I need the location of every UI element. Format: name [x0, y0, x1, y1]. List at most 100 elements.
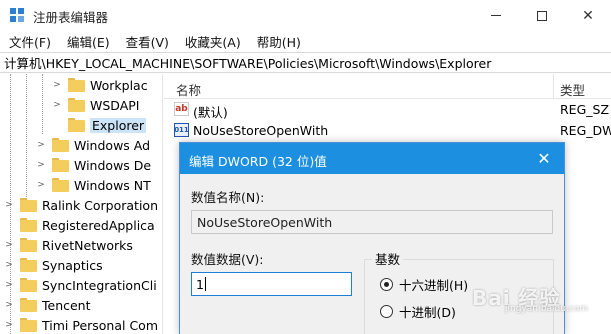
close-button[interactable]: ✕ — [565, 0, 611, 31]
column-header-name[interactable]: 名称 — [176, 80, 201, 99]
tree-item-label: Workplac — [90, 77, 148, 93]
tree-item-tencent[interactable]: > Tencent — [4, 295, 91, 315]
close-icon: ✕ — [582, 7, 594, 24]
dialog-close-button[interactable]: ✕ — [532, 147, 556, 169]
tree-item-synaptics[interactable]: > Synaptics — [4, 255, 103, 275]
minimize-icon — [491, 15, 501, 16]
folder-icon — [20, 218, 37, 232]
tree-item-label: Timi Personal Com — [42, 317, 159, 333]
radio-unchecked-icon[interactable] — [380, 304, 393, 318]
tree-item-syncintegration[interactable]: > SyncIntegrationCli — [4, 275, 157, 295]
folder-icon — [52, 178, 69, 192]
folder-icon — [20, 278, 37, 292]
radio-label: 十进制(D) — [399, 304, 456, 320]
string-value-icon: ab — [174, 102, 189, 116]
tree-item-label: Explorer — [90, 117, 147, 133]
column-header-type[interactable]: 类型 — [560, 80, 585, 99]
list-item[interactable]: ab (默认) REG_SZ — [164, 99, 611, 120]
radio-decimal[interactable]: 十进制(D) — [380, 302, 456, 320]
folder-icon — [20, 238, 37, 252]
chevron-right-icon[interactable]: > — [4, 200, 14, 210]
value-data-label: 数值数据(V): — [191, 252, 264, 267]
value-data-text: 1 — [196, 276, 204, 292]
tree-item-ralink[interactable]: > Ralink Corporation — [4, 195, 158, 215]
tree-guide-line — [42, 74, 43, 134]
folder-icon — [68, 98, 85, 112]
chevron-right-icon[interactable]: > — [4, 260, 14, 270]
maximize-button[interactable] — [519, 0, 565, 31]
value-name: (默认) — [193, 105, 228, 120]
folder-icon — [68, 78, 85, 92]
text-caret — [204, 277, 206, 291]
value-type: REG_SZ — [560, 102, 610, 117]
tree-item-rivetnetworks[interactable]: > RivetNetworks — [4, 235, 133, 255]
chevron-right-icon[interactable]: > — [52, 100, 62, 110]
list-item[interactable]: 011 NoUseStoreOpenWith REG_DWORD — [164, 120, 611, 141]
dialog-title: 编辑 DWORD (32 位)值 — [189, 154, 327, 169]
radio-checked-icon[interactable] — [380, 277, 393, 291]
menu-favorites[interactable]: 收藏夹(A) — [176, 32, 248, 51]
value-name-label: 数值名称(N): — [191, 190, 265, 205]
window-titlebar: 注册表编辑器 ✕ — [0, 0, 611, 31]
tree-item-label: WSDAPI — [90, 97, 140, 113]
folder-icon — [52, 138, 69, 152]
chevron-right-icon[interactable]: > — [4, 300, 14, 310]
radio-label: 十六进制(H) — [399, 277, 469, 293]
column-divider[interactable] — [553, 74, 554, 99]
chevron-right-icon[interactable]: > — [36, 160, 46, 170]
tree-item-label: RivetNetworks — [42, 237, 133, 253]
value-name-field[interactable]: NoUseStoreOpenWith — [191, 210, 553, 234]
registry-tree[interactable]: > Workplac > WSDAPI Explorer > Windows A… — [0, 74, 163, 334]
menu-file[interactable]: 文件(F) — [0, 32, 58, 51]
folder-icon — [68, 118, 85, 132]
list-header: 名称 类型 — [164, 74, 611, 99]
chevron-right-icon[interactable]: > — [4, 240, 14, 250]
tree-item-explorer[interactable]: Explorer — [52, 115, 147, 135]
folder-icon — [20, 258, 37, 272]
tree-item-label: Synaptics — [42, 257, 103, 273]
tree-item-windows-ad[interactable]: > Windows Ad — [36, 135, 150, 155]
binary-value-icon: 011 — [174, 123, 189, 137]
menu-view[interactable]: 查看(V) — [117, 32, 176, 51]
tree-item-registered-applications[interactable]: RegisteredApplica — [4, 215, 155, 235]
folder-icon — [52, 158, 69, 172]
radio-hexadecimal[interactable]: 十六进制(H) — [380, 275, 468, 293]
chevron-right-icon[interactable]: > — [36, 180, 46, 190]
menu-edit[interactable]: 编辑(E) — [58, 32, 117, 51]
tree-item-label: Windows Ad — [74, 137, 151, 153]
tree-item-wsdapi[interactable]: > WSDAPI — [52, 95, 139, 115]
base-label: 基数 — [372, 249, 404, 268]
watermark-url: jingyan.baidu.com — [505, 304, 589, 314]
tree-item-label: RegisteredApplica — [42, 217, 155, 233]
tree-item-label: Windows NT — [74, 177, 151, 193]
folder-icon — [20, 298, 37, 312]
folder-icon — [20, 318, 37, 332]
tree-item-workplace[interactable]: > Workplac — [52, 75, 148, 95]
folder-icon — [20, 198, 37, 212]
value-data-input[interactable]: 1 — [191, 272, 352, 296]
registry-editor-icon — [10, 8, 25, 23]
dialog-titlebar[interactable]: 编辑 DWORD (32 位)值 ✕ — [180, 143, 564, 174]
chevron-right-icon[interactable]: > — [52, 80, 62, 90]
menu-bar: 文件(F) 编辑(E) 查看(V) 收藏夹(A) 帮助(H) — [0, 31, 611, 51]
close-icon: ✕ — [537, 148, 551, 168]
value-name: NoUseStoreOpenWith — [193, 123, 329, 138]
chevron-right-icon[interactable]: > — [36, 140, 46, 150]
chevron-right-icon[interactable]: > — [4, 280, 14, 290]
tree-item-label: Windows De — [74, 157, 152, 173]
tree-guide-line — [26, 74, 27, 199]
address-path: 计算机\HKEY_LOCAL_MACHINE\SOFTWARE\Policies… — [4, 56, 492, 71]
minimize-button[interactable] — [473, 0, 519, 31]
value-type: REG_DWORD — [560, 123, 611, 138]
tree-item-windows-nt[interactable]: > Windows NT — [36, 175, 151, 195]
menu-help[interactable]: 帮助(H) — [248, 32, 308, 51]
tree-item-windows-de[interactable]: > Windows De — [36, 155, 151, 175]
maximize-icon — [537, 10, 547, 21]
tree-item-label: Tencent — [42, 297, 91, 313]
window-title: 注册表编辑器 — [33, 10, 109, 25]
tree-item-label: Ralink Corporation — [42, 197, 158, 213]
tree-item-label: SyncIntegrationCli — [42, 277, 157, 293]
tree-item-timi[interactable]: > Timi Personal Com — [4, 315, 158, 334]
chevron-right-icon[interactable]: > — [4, 320, 14, 330]
address-bar[interactable]: 计算机\HKEY_LOCAL_MACHINE\SOFTWARE\Policies… — [0, 52, 611, 73]
